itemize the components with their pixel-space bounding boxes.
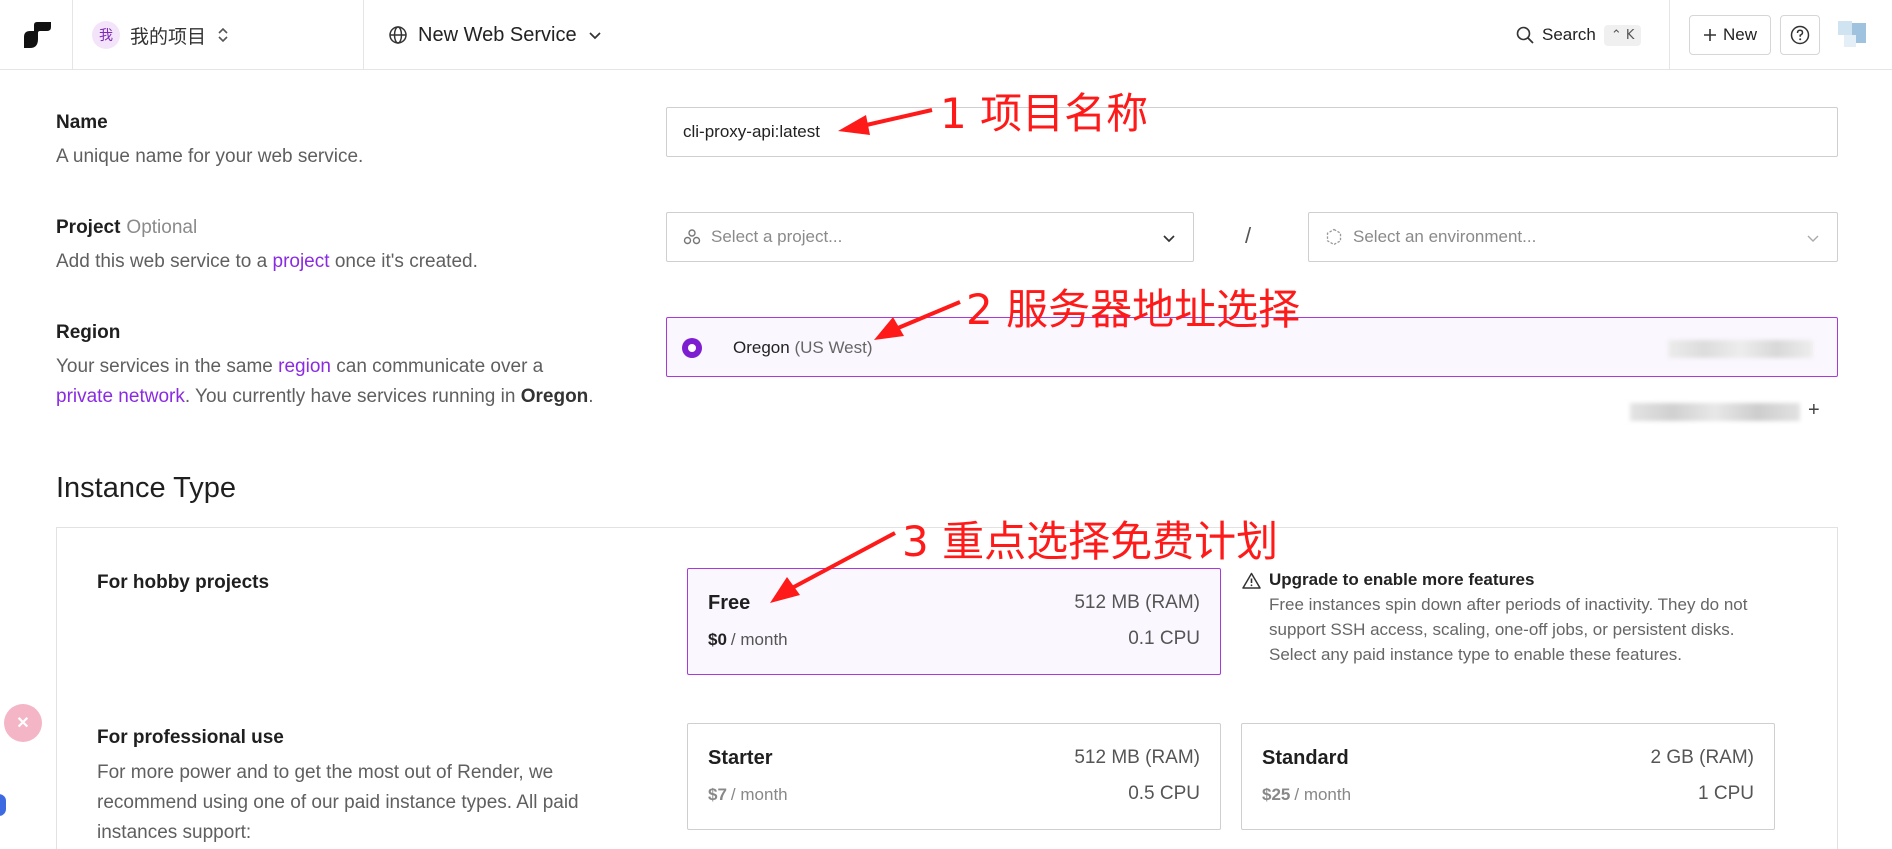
instance-price: $7/ month <box>708 785 788 805</box>
annotation-label-1: 1 项目名称 <box>940 89 1149 138</box>
workspace-name: 我的项目 <box>130 26 207 48</box>
environment-select-placeholder: Select an environment... <box>1353 227 1537 246</box>
annotation-label-2: 2 服务器地址选择 <box>966 285 1301 334</box>
user-avatar[interactable] <box>1836 19 1870 51</box>
region-option-label: Oregon (US West) <box>733 338 873 358</box>
project-select-placeholder: Select a project... <box>711 227 843 246</box>
region-label: Region <box>56 322 121 343</box>
upgrade-title-text: Upgrade to enable more features <box>1269 570 1535 589</box>
help-icon <box>1790 25 1810 45</box>
project-label: Project Optional <box>56 217 197 239</box>
new-button[interactable]: New <box>1689 15 1771 55</box>
chevron-down-icon <box>1807 235 1819 242</box>
upgrade-notice: Upgrade to enable more features Free ins… <box>1242 570 1782 667</box>
add-region-button[interactable]: + <box>1808 399 1820 422</box>
name-label: Name <box>56 112 108 133</box>
region-desc-text: . <box>588 386 594 407</box>
environment-select[interactable]: Select an environment... <box>1308 212 1838 262</box>
project-select[interactable]: Select a project... <box>666 212 1194 262</box>
instance-type-heading: Instance Type <box>56 472 237 504</box>
price-period: / month <box>730 630 788 649</box>
new-button-label: New <box>1722 25 1757 44</box>
chevron-down-icon <box>1163 235 1175 243</box>
instance-cpu: 1 CPU <box>1698 783 1754 804</box>
instance-cpu: 0.5 CPU <box>1128 783 1200 804</box>
region-link[interactable]: region <box>278 356 331 377</box>
project-environment-separator: / <box>1245 223 1252 248</box>
logo-icon[interactable] <box>22 21 52 49</box>
professional-heading: For professional use <box>97 727 284 748</box>
globe-icon <box>389 26 407 44</box>
project-desc-before: Add this web service to a <box>56 251 268 272</box>
project-help-link[interactable]: project <box>273 251 330 272</box>
name-description: A unique name for your web service. <box>56 146 364 167</box>
instance-ram: 512 MB (RAM) <box>1074 592 1200 613</box>
instance-card-free[interactable]: Free 512 MB (RAM) $0/ month 0.1 CPU <box>687 568 1221 675</box>
top-navigation-bar: 我 我的项目 New Web Service Search ⌃ K New <box>0 0 1892 70</box>
warning-icon <box>1242 572 1261 589</box>
instance-cpu: 0.1 CPU <box>1128 628 1200 649</box>
region-desc-text: . You currently have services running in <box>184 386 516 407</box>
hobby-heading: For hobby projects <box>97 572 270 593</box>
project-description: Add this web service to a project once i… <box>56 247 478 277</box>
private-network-link[interactable]: private network <box>56 386 185 407</box>
instance-name: Standard <box>1262 747 1349 769</box>
instance-ram: 2 GB (RAM) <box>1650 747 1754 768</box>
instance-card-starter[interactable]: Starter 512 MB (RAM) $7/ month 0.5 CPU <box>687 723 1221 830</box>
search-button[interactable]: Search ⌃ K <box>1516 21 1642 49</box>
project-label-text: Project <box>56 217 121 238</box>
translate-icon[interactable]: ✕ <box>4 704 42 742</box>
service-type-dropdown[interactable]: New Web Service <box>388 19 603 51</box>
instance-ram: 512 MB (RAM) <box>1074 747 1200 768</box>
current-region-name: Oregon <box>520 386 589 407</box>
search-icon <box>1516 26 1534 44</box>
region-radio-selected[interactable] <box>682 338 702 358</box>
upgrade-notice-title: Upgrade to enable more features <box>1242 570 1782 590</box>
region-desc-text: Your services in the same <box>56 356 273 377</box>
price-amount: $0 <box>708 630 727 649</box>
region-subtitle: (US West) <box>794 338 873 357</box>
help-button[interactable] <box>1780 15 1820 55</box>
project-desc-after: once it's created. <box>334 251 478 272</box>
workspace-avatar: 我 <box>92 21 120 49</box>
chevron-updown-icon <box>218 27 228 43</box>
workspace-switcher[interactable]: 我 我的项目 <box>92 19 230 51</box>
instance-price: $25/ month <box>1262 785 1351 805</box>
topbar-divider <box>1669 0 1670 70</box>
service-name-input[interactable] <box>666 107 1838 157</box>
region-name: Oregon <box>733 338 790 357</box>
annotation-label-3: 3 重点选择免费计划 <box>902 517 1279 566</box>
professional-description: For more power and to get the most out o… <box>97 762 579 843</box>
instance-name: Starter <box>708 747 773 769</box>
optional-tag: Optional <box>126 217 198 238</box>
search-shortcut-badge: ⌃ K <box>1603 24 1642 46</box>
region-description: Your services in the same region can com… <box>56 352 616 412</box>
price-amount: $25 <box>1262 785 1291 804</box>
redacted-region-info <box>1668 340 1813 358</box>
redacted-region-link <box>1630 403 1800 421</box>
topbar-divider <box>72 0 73 70</box>
instance-name: Free <box>708 592 751 614</box>
region-desc-text: can communicate over a <box>336 356 544 377</box>
service-type-label: New Web Service <box>418 23 577 46</box>
instance-card-standard[interactable]: Standard 2 GB (RAM) $25/ month 1 CPU <box>1241 723 1775 830</box>
environment-icon <box>1326 228 1342 246</box>
topbar-divider <box>363 0 364 70</box>
upgrade-notice-text: Free instances spin down after periods o… <box>1269 595 1748 664</box>
side-floating-widget[interactable] <box>0 794 6 816</box>
search-label: Search <box>1542 25 1596 44</box>
plus-icon <box>1703 29 1716 41</box>
chevron-down-icon <box>588 32 601 40</box>
project-icon <box>683 229 701 245</box>
price-period: / month <box>1294 785 1352 804</box>
instance-price: $0/ month <box>708 630 788 650</box>
price-period: / month <box>730 785 788 804</box>
price-amount: $7 <box>708 785 727 804</box>
